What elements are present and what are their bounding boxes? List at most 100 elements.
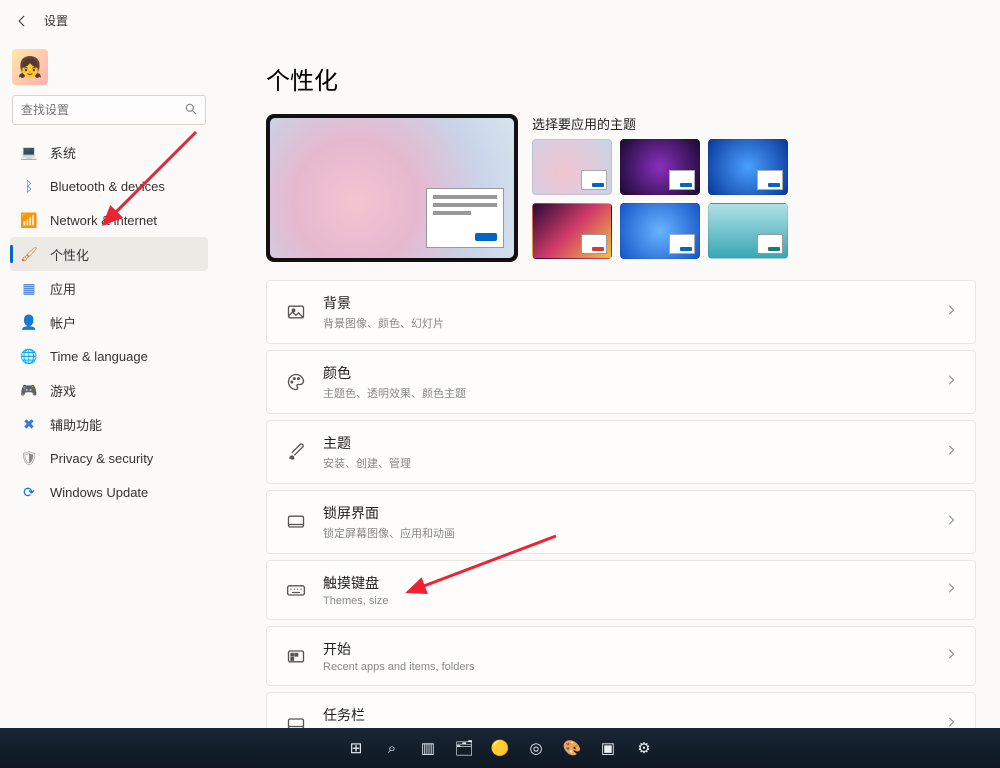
chevron-right-icon bbox=[945, 373, 957, 391]
taskbar-explorer[interactable]: 🗂 bbox=[451, 735, 477, 761]
setting-start[interactable]: 开始 Recent apps and items, folders bbox=[266, 626, 976, 686]
taskbar-taskview[interactable]: ▥ bbox=[415, 735, 441, 761]
main-content: 个性化 选择要应用的主题 背景背景图像、颜色、幻灯片颜色主题色、透明效果、颜色主… bbox=[212, 37, 1000, 745]
taskbar: ⊞ ⌕ ▥ 🗂 🟡 ◎ 🎨 ▣ ⚙ bbox=[0, 728, 1000, 768]
setting-texts: 主题安装、创建、管理 bbox=[323, 433, 929, 471]
sidebar-item-4[interactable]: ▦ 应用 bbox=[10, 271, 208, 305]
taskbar-edge[interactable]: 🟡 bbox=[487, 735, 513, 761]
taskbar-app1[interactable]: ▣ bbox=[595, 735, 621, 761]
sidebar-item-8[interactable]: ✖ 辅助功能 bbox=[10, 407, 208, 441]
taskbar-chrome[interactable]: ◎ bbox=[523, 735, 549, 761]
setting-texts: 颜色主题色、透明效果、颜色主题 bbox=[323, 363, 929, 401]
nav-label: Privacy & security bbox=[50, 451, 153, 466]
theme-blue-swirl-2[interactable] bbox=[620, 203, 700, 259]
setting-desc: 安装、创建、管理 bbox=[323, 455, 929, 471]
setting-keyboard[interactable]: 触摸键盘 Themes, size bbox=[266, 560, 976, 620]
nav-icon: 💻 bbox=[20, 143, 38, 161]
setting-palette[interactable]: 颜色主题色、透明效果、颜色主题 bbox=[266, 350, 976, 414]
nav-icon: ▦ bbox=[20, 279, 38, 297]
setting-desc: Themes, size bbox=[323, 595, 929, 607]
chevron-right-icon bbox=[945, 443, 957, 461]
sidebar: 👧 💻 系统 ᛒ Bluetooth & devices 📶 Network & inte… bbox=[0, 37, 212, 745]
nav-icon: ⟳ bbox=[20, 483, 38, 501]
setting-title: 颜色 bbox=[323, 363, 929, 383]
sidebar-item-2[interactable]: 📶 Network & internet bbox=[10, 203, 208, 237]
setting-title: 任务栏 bbox=[323, 705, 929, 725]
chevron-right-icon bbox=[945, 647, 957, 665]
setting-brush[interactable]: 主题安装、创建、管理 bbox=[266, 420, 976, 484]
sidebar-item-1[interactable]: ᛒ Bluetooth & devices bbox=[10, 169, 208, 203]
nav-icon: 📶 bbox=[20, 211, 38, 229]
nav-label: 辅助功能 bbox=[50, 415, 102, 434]
theme-mini-window bbox=[669, 234, 695, 254]
desktop-preview bbox=[266, 114, 518, 262]
setting-desc: 背景图像、颜色、幻灯片 bbox=[323, 315, 929, 331]
nav-icon: 🛡 bbox=[20, 449, 38, 467]
taskbar-paint[interactable]: 🎨 bbox=[559, 735, 585, 761]
search-box[interactable] bbox=[12, 95, 206, 125]
theme-mini-window bbox=[581, 170, 607, 190]
theme-blue-swirl[interactable] bbox=[708, 139, 788, 195]
nav-label: 系统 bbox=[50, 143, 76, 162]
search-input[interactable] bbox=[12, 95, 206, 125]
back-button[interactable] bbox=[14, 13, 30, 29]
setting-texts: 锁屏界面锁定屏幕图像、应用和动画 bbox=[323, 503, 929, 541]
setting-texts: 背景背景图像、颜色、幻灯片 bbox=[323, 293, 929, 331]
nav-label: 应用 bbox=[50, 279, 76, 298]
nav-icon: 🎮 bbox=[20, 381, 38, 399]
setting-image[interactable]: 背景背景图像、颜色、幻灯片 bbox=[266, 280, 976, 344]
setting-desc: 主题色、透明效果、颜色主题 bbox=[323, 385, 929, 401]
nav-label: 个性化 bbox=[50, 245, 89, 264]
theme-neon-flower[interactable] bbox=[532, 203, 612, 259]
nav-icon: 🌐 bbox=[20, 347, 38, 365]
nav-label: Network & internet bbox=[50, 213, 157, 228]
setting-title: 主题 bbox=[323, 433, 929, 453]
setting-title: 背景 bbox=[323, 293, 929, 313]
theme-light-bloom[interactable] bbox=[532, 139, 612, 195]
theme-dark-purple[interactable] bbox=[620, 139, 700, 195]
sidebar-item-7[interactable]: 🎮 游戏 bbox=[10, 373, 208, 407]
sidebar-item-9[interactable]: 🛡 Privacy & security bbox=[10, 441, 208, 475]
theme-mini-window bbox=[757, 234, 783, 254]
setting-title: 锁屏界面 bbox=[323, 503, 929, 523]
setting-desc: 锁定屏幕图像、应用和动画 bbox=[323, 525, 929, 541]
setting-title: 触摸键盘 bbox=[323, 573, 929, 593]
theme-ocean[interactable] bbox=[708, 203, 788, 259]
image-icon bbox=[285, 302, 307, 322]
user-avatar[interactable]: 👧 bbox=[12, 49, 48, 85]
lockscreen-icon bbox=[285, 512, 307, 532]
nav-label: 帐户 bbox=[50, 313, 76, 332]
sidebar-item-10[interactable]: ⟳ Windows Update bbox=[10, 475, 208, 509]
search-icon bbox=[184, 102, 198, 121]
app-name: 设置 bbox=[44, 12, 68, 29]
nav-label: Windows Update bbox=[50, 485, 148, 500]
nav-label: Time & language bbox=[50, 349, 148, 364]
nav-icon: ✖ bbox=[20, 415, 38, 433]
chevron-right-icon bbox=[945, 513, 957, 531]
nav-label: Bluetooth & devices bbox=[50, 179, 165, 194]
nav-icon: 🖌 bbox=[20, 245, 38, 263]
nav-icon: ᛒ bbox=[20, 177, 38, 195]
sidebar-item-3[interactable]: 🖌 个性化 bbox=[10, 237, 208, 271]
theme-mini-window bbox=[669, 170, 695, 190]
sidebar-item-6[interactable]: 🌐 Time & language bbox=[10, 339, 208, 373]
start-icon bbox=[285, 646, 307, 666]
nav-label: 游戏 bbox=[50, 381, 76, 400]
setting-title: 开始 bbox=[323, 639, 929, 659]
theme-mini-window bbox=[581, 234, 607, 254]
setting-lockscreen[interactable]: 锁屏界面锁定屏幕图像、应用和动画 bbox=[266, 490, 976, 554]
setting-texts: 开始 Recent apps and items, folders bbox=[323, 639, 929, 673]
taskbar-search[interactable]: ⌕ bbox=[379, 735, 405, 761]
theme-section-label: 选择要应用的主题 bbox=[532, 114, 976, 133]
setting-texts: 触摸键盘 Themes, size bbox=[323, 573, 929, 607]
nav-icon: 👤 bbox=[20, 313, 38, 331]
chevron-right-icon bbox=[945, 303, 957, 321]
chevron-right-icon bbox=[945, 581, 957, 599]
brush-icon bbox=[285, 442, 307, 462]
sidebar-item-0[interactable]: 💻 系统 bbox=[10, 135, 208, 169]
taskbar-settings[interactable]: ⚙ bbox=[631, 735, 657, 761]
page-title: 个性化 bbox=[266, 61, 976, 96]
taskbar-start[interactable]: ⊞ bbox=[343, 735, 369, 761]
sidebar-item-5[interactable]: 👤 帐户 bbox=[10, 305, 208, 339]
setting-desc: Recent apps and items, folders bbox=[323, 661, 929, 673]
